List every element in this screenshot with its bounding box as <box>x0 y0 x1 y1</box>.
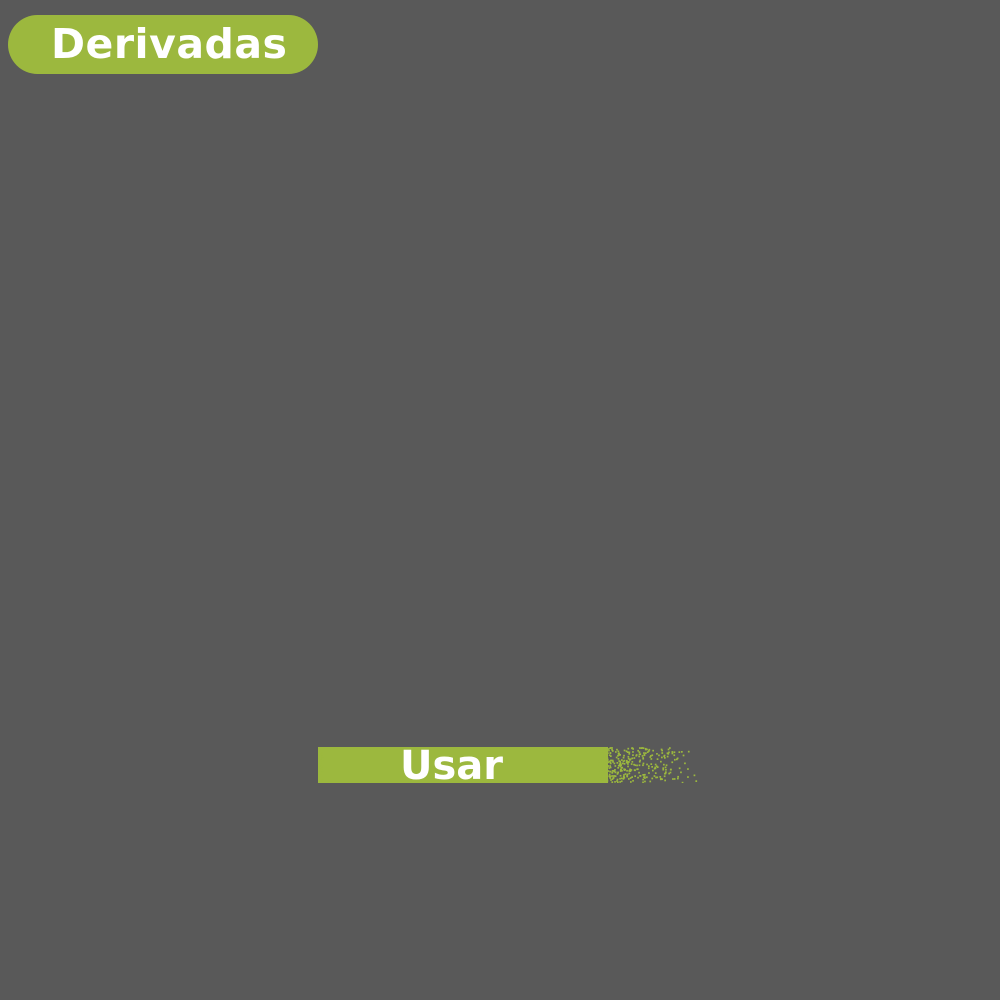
screen: Derivadas Usar <box>0 0 1000 1000</box>
button-grain-texture <box>318 747 698 783</box>
title-badge: Derivadas <box>8 15 318 74</box>
use-button-label: Usar <box>400 747 504 783</box>
use-button[interactable]: Usar <box>318 747 706 783</box>
